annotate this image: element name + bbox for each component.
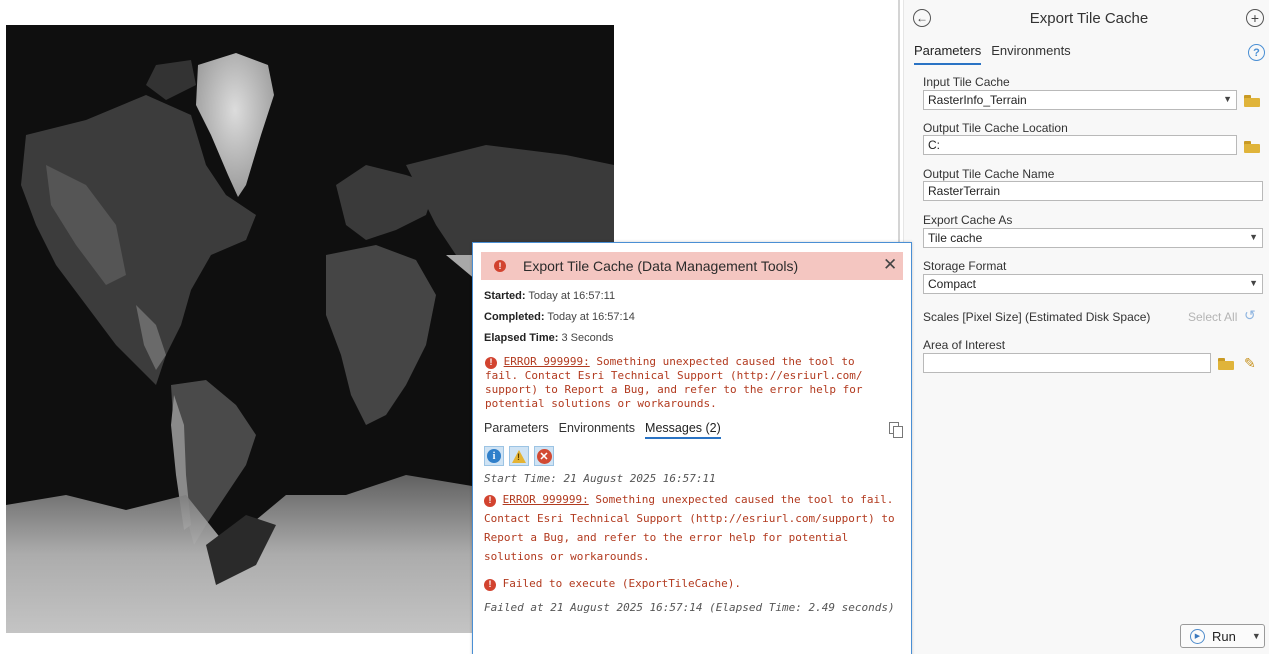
export-as-value: Tile cache xyxy=(928,231,983,245)
error-summary-line: fail. Contact Esri Technical Support (ht… xyxy=(485,369,863,382)
error-status-icon: ! xyxy=(494,260,506,272)
msg-error-block: ! ERROR 999999: Something unexpected cau… xyxy=(484,490,904,566)
popup-title: Export Tile Cache (Data Management Tools… xyxy=(523,258,799,274)
tool-result-popup: ! Export Tile Cache (Data Management Too… xyxy=(472,242,912,654)
export-as-label: Export Cache As xyxy=(923,213,1013,227)
input-tile-cache-label: Input Tile Cache xyxy=(923,75,1010,89)
error-x-icon: ✕ xyxy=(536,448,552,464)
started-row: Started: Today at 16:57:11 xyxy=(484,290,615,302)
error-summary-line: potential solutions or workarounds. xyxy=(485,397,717,410)
pencil-sketch-icon[interactable]: ✎ xyxy=(1244,355,1256,372)
msg-failed-execute: Failed to execute (ExportTileCache). xyxy=(502,577,742,590)
run-button[interactable]: ▶ Run ▼ xyxy=(1180,624,1265,648)
tab-parameters[interactable]: Parameters xyxy=(914,43,982,65)
gp-header: ← Export Tile Cache + xyxy=(904,0,1269,36)
msg-error-line: solutions or workarounds. xyxy=(484,550,650,563)
run-label: Run xyxy=(1212,628,1236,644)
folder-browse-icon[interactable] xyxy=(1244,141,1260,153)
msg-error-line: Report a Bug, and refer to the error hel… xyxy=(484,531,849,544)
msg-error-line: Contact Esri Technical Support (http://e… xyxy=(484,512,895,525)
chevron-down-icon: ▼ xyxy=(1249,278,1258,288)
error-icon: ! xyxy=(484,494,496,507)
aoi-label: Area of Interest xyxy=(923,338,1006,352)
reset-icon[interactable]: ↺ xyxy=(1244,307,1256,324)
error-summary-line: support) to Report a Bug, and refer to t… xyxy=(485,383,863,396)
warning-icon: ! xyxy=(512,449,526,463)
error-summary: ! ERROR 999999: Something unexpected cau… xyxy=(485,355,895,411)
filter-info-button[interactable]: i xyxy=(484,446,504,466)
filter-error-button[interactable]: ✕ xyxy=(534,446,554,466)
completed-value: Today at 16:57:14 xyxy=(547,311,635,323)
error-summary-text: Something unexpected caused the tool to xyxy=(596,355,855,368)
completed-label: Completed: xyxy=(484,311,545,323)
input-tile-cache-dropdown[interactable]: RasterInfo_Terrain ▼ xyxy=(923,90,1237,110)
filter-warning-button[interactable]: ! xyxy=(509,446,529,466)
export-as-dropdown[interactable]: Tile cache ▼ xyxy=(923,228,1263,248)
msg-failed-execute-row: ! Failed to execute (ExportTileCache). xyxy=(484,574,904,593)
message-filter-row: i ! ✕ xyxy=(484,446,554,466)
error-code-link[interactable]: ERROR 999999: xyxy=(503,493,589,506)
play-icon: ▶ xyxy=(1190,628,1205,644)
chevron-down-icon: ▼ xyxy=(1249,232,1258,242)
storage-format-value: Compact xyxy=(928,277,977,291)
add-plus-icon[interactable]: + xyxy=(1246,9,1264,27)
output-location-value: C: xyxy=(928,138,940,152)
aoi-input[interactable] xyxy=(923,353,1211,373)
storage-format-label: Storage Format xyxy=(923,259,1007,273)
folder-browse-icon[interactable] xyxy=(1218,358,1234,370)
msg-failed-at: Failed at 21 August 2025 16:57:14 (Elaps… xyxy=(484,601,895,614)
output-location-input[interactable]: C: xyxy=(923,135,1237,155)
tab-environments[interactable]: Environments xyxy=(559,421,635,439)
elapsed-label: Elapsed Time: xyxy=(484,332,559,344)
tab-environments[interactable]: Environments xyxy=(991,43,1070,65)
output-name-label: Output Tile Cache Name xyxy=(923,167,1055,181)
input-tile-cache-value: RasterInfo_Terrain xyxy=(928,93,1027,107)
error-summary-line: ! ERROR 999999: Something unexpected cau… xyxy=(485,355,895,369)
copy-icon[interactable] xyxy=(889,422,903,438)
geoprocessing-pane: ← Export Tile Cache + Parameters Environ… xyxy=(904,0,1269,654)
tab-parameters[interactable]: Parameters xyxy=(484,421,549,439)
completed-row: Completed: Today at 16:57:14 xyxy=(484,311,635,323)
help-icon[interactable]: ? xyxy=(1248,44,1265,61)
msg-start-time: Start Time: 21 August 2025 16:57:11 xyxy=(484,472,716,485)
output-location-label: Output Tile Cache Location xyxy=(923,121,1068,135)
output-name-input[interactable]: RasterTerrain xyxy=(923,181,1263,201)
info-icon: i xyxy=(487,449,501,463)
popup-tabs: Parameters Environments Messages (2) xyxy=(484,421,721,439)
tab-messages[interactable]: Messages (2) xyxy=(645,421,721,439)
chevron-down-icon[interactable]: ▼ xyxy=(1252,631,1261,641)
started-label: Started: xyxy=(484,290,526,302)
msg-error-text: Something unexpected caused the tool to … xyxy=(595,493,894,506)
output-name-value: RasterTerrain xyxy=(928,184,1001,198)
select-all-link[interactable]: Select All xyxy=(1188,310,1237,324)
storage-format-dropdown[interactable]: Compact ▼ xyxy=(923,274,1263,294)
started-value: Today at 16:57:11 xyxy=(528,290,616,302)
tool-title: Export Tile Cache xyxy=(1029,10,1149,27)
error-code-link[interactable]: ERROR 999999: xyxy=(504,355,590,368)
elapsed-row: Elapsed Time: 3 Seconds xyxy=(484,332,613,344)
popup-header: ! Export Tile Cache (Data Management Too… xyxy=(481,252,903,280)
msg-error-line: ! ERROR 999999: Something unexpected cau… xyxy=(484,490,904,509)
error-icon: ! xyxy=(484,578,496,591)
chevron-down-icon: ▼ xyxy=(1223,94,1232,104)
scales-label: Scales [Pixel Size] (Estimated Disk Spac… xyxy=(923,310,1151,324)
folder-browse-icon[interactable] xyxy=(1244,95,1260,107)
close-icon[interactable]: ✕ xyxy=(883,255,897,275)
error-icon: ! xyxy=(485,356,497,369)
elapsed-value: 3 Seconds xyxy=(561,332,614,344)
gp-tabs: Parameters Environments xyxy=(914,43,1071,65)
app-root: ← Export Tile Cache + Parameters Environ… xyxy=(0,0,1269,654)
